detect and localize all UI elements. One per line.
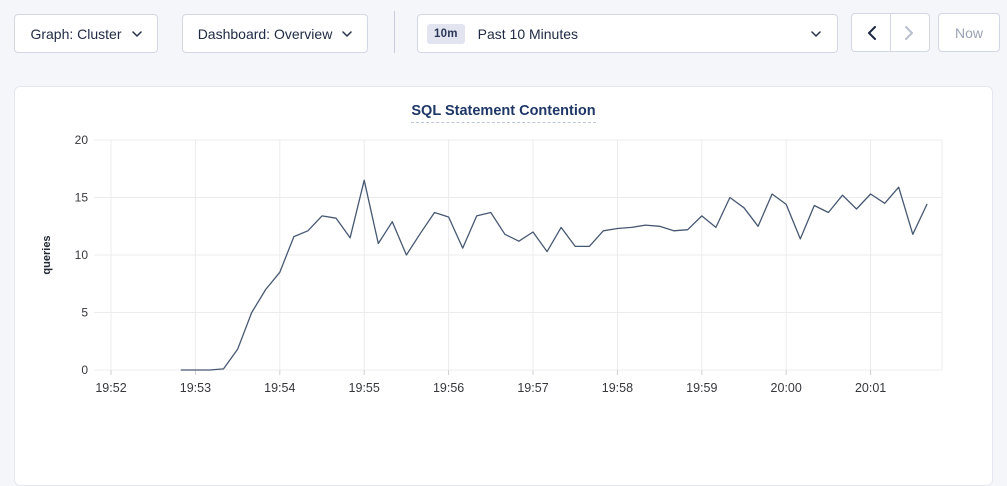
svg-text:20: 20	[75, 133, 89, 147]
svg-text:19:56: 19:56	[433, 381, 464, 395]
chart-title-wrap: SQL Statement Contention	[15, 102, 992, 123]
time-range-label: Past 10 Minutes	[478, 26, 578, 42]
dashboard-dropdown[interactable]: Dashboard: Overview	[182, 14, 368, 53]
svg-text:19:57: 19:57	[517, 381, 548, 395]
prev-range-button[interactable]	[852, 14, 890, 51]
svg-text:queries: queries	[41, 235, 53, 274]
chevron-right-icon	[905, 26, 914, 40]
svg-text:19:54: 19:54	[264, 381, 295, 395]
graph-dropdown[interactable]: Graph: Cluster	[14, 14, 158, 53]
graph-dropdown-label: Graph: Cluster	[30, 26, 121, 42]
svg-text:19:52: 19:52	[95, 381, 126, 395]
next-range-button[interactable]	[891, 14, 929, 51]
now-button-label: Now	[955, 25, 983, 41]
svg-text:20:00: 20:00	[771, 381, 802, 395]
svg-text:15: 15	[75, 191, 89, 205]
sql-contention-chart: 0 5 10 15 20 19:52 19:53 19:54 19:55 19:56 19:57 19…	[15, 87, 992, 427]
chart-panel: SQL Statement Contention 0 5 10 15 20 19:52 19…	[14, 86, 993, 486]
time-range-nav	[851, 13, 930, 52]
svg-text:0: 0	[81, 363, 88, 377]
time-range-badge: 10m	[427, 24, 465, 44]
svg-text:19:58: 19:58	[602, 381, 633, 395]
svg-text:19:53: 19:53	[180, 381, 211, 395]
svg-text:19:59: 19:59	[686, 381, 717, 395]
svg-text:19:55: 19:55	[349, 381, 380, 395]
chevron-down-icon	[342, 31, 352, 37]
svg-text:20:01: 20:01	[855, 381, 886, 395]
toolbar-divider	[394, 11, 395, 53]
now-button[interactable]: Now	[938, 13, 1000, 52]
svg-text:5: 5	[81, 306, 88, 320]
time-range-picker[interactable]: 10m Past 10 Minutes	[417, 14, 838, 53]
dashboard-dropdown-label: Dashboard: Overview	[198, 26, 333, 42]
chevron-left-icon	[867, 26, 876, 40]
chevron-down-icon	[811, 31, 821, 37]
chevron-down-icon	[132, 31, 142, 37]
svg-text:10: 10	[75, 248, 89, 262]
chart-title[interactable]: SQL Statement Contention	[411, 103, 595, 123]
